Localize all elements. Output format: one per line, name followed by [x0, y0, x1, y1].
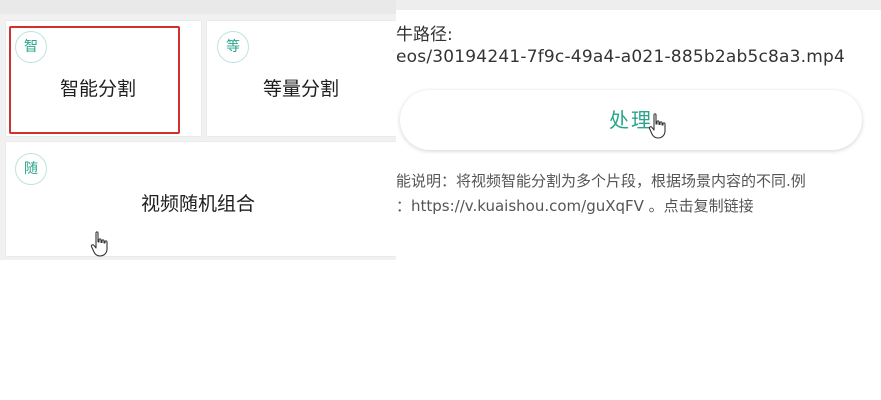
- equal-split-label: 等量分割: [263, 78, 340, 100]
- smart-split-card[interactable]: 智 智能分割: [6, 21, 201, 136]
- file-path-value: eos/30194241-7f9c-49a4-a021-885b2ab5c8a3…: [396, 47, 846, 67]
- random-combine-card[interactable]: 随 视频随机组合: [6, 142, 396, 257]
- process-button-label: 处理: [609, 108, 653, 132]
- split-mode-grid: 智 智能分割 等 等量分割 随 视频随机组合: [0, 14, 396, 260]
- equal-badge-icon: 等: [217, 31, 249, 63]
- function-description-line2[interactable]: ：https://v.kuaishou.com/guXqFV 。点击复制链接: [396, 195, 754, 216]
- hand-cursor-icon: [90, 231, 108, 257]
- smart-split-label: 智能分割: [60, 78, 137, 100]
- left-panel: 智 智能分割 等 等量分割 随 视频随机组合: [0, 0, 396, 400]
- file-path-label: 牛路径:: [396, 25, 453, 45]
- random-combine-label: 视频随机组合: [141, 193, 256, 215]
- smart-badge-icon: 智: [15, 31, 47, 63]
- right-panel: 牛路径: eos/30194241-7f9c-49a4-a021-885b2ab…: [396, 0, 881, 400]
- top-strip: [0, 0, 396, 14]
- function-description-line1: 能说明：将视频智能分割为多个片段，根据场景内容的不同.例: [396, 172, 806, 190]
- hand-cursor-icon: [648, 113, 666, 139]
- process-button[interactable]: 处理: [400, 90, 862, 150]
- right-top-strip: [396, 0, 881, 10]
- random-badge-icon: 随: [15, 153, 47, 185]
- equal-split-card[interactable]: 等 等量分割: [207, 21, 396, 136]
